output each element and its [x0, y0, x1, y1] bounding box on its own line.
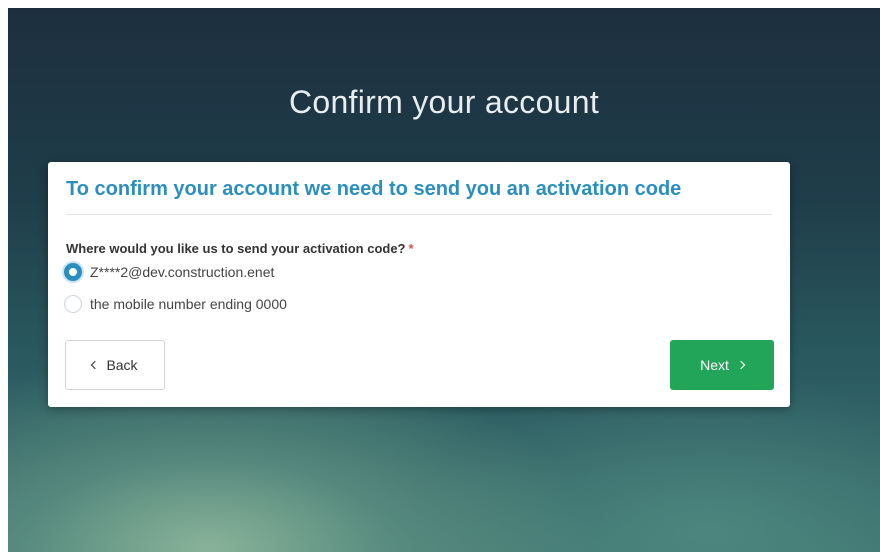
question-label: Where would you like us to send your act… [66, 241, 406, 256]
chevron-left-icon [91, 360, 100, 370]
option-email-label[interactable]: Z****2@dev.construction.enet [90, 264, 274, 280]
radio-email[interactable] [64, 263, 82, 281]
page-background: Confirm your account To confirm your acc… [8, 8, 880, 552]
confirm-account-card: To confirm your account we need to send … [48, 162, 790, 407]
chevron-right-icon [736, 360, 746, 370]
next-button-label: Next [700, 357, 729, 373]
delivery-question: Where would you like us to send your act… [66, 241, 414, 256]
next-button[interactable]: Next [670, 340, 774, 390]
card-heading: To confirm your account we need to send … [66, 178, 682, 200]
card-divider [66, 214, 772, 215]
option-mobile-label[interactable]: the mobile number ending 0000 [90, 296, 287, 312]
back-button[interactable]: Back [65, 340, 165, 390]
option-email[interactable]: Z****2@dev.construction.enet [64, 263, 274, 281]
option-mobile[interactable]: the mobile number ending 0000 [64, 295, 287, 313]
back-button-label: Back [106, 357, 138, 373]
required-marker: * [408, 241, 414, 256]
page-title: Confirm your account [288, 84, 600, 120]
radio-mobile[interactable] [64, 295, 82, 313]
